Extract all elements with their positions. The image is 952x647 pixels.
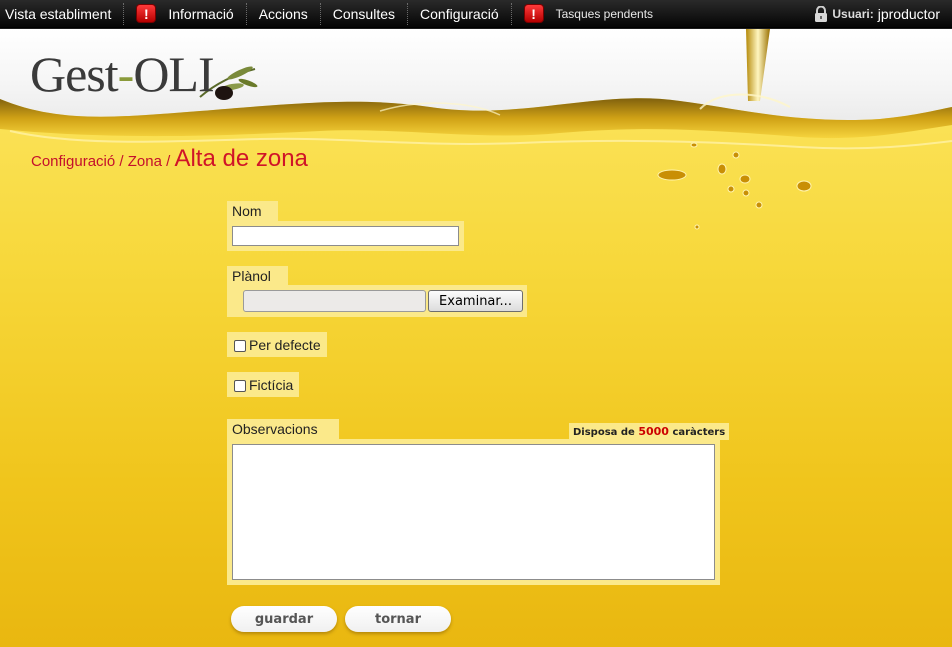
per-defecte-option: Per defecte [227, 332, 327, 357]
breadcrumb: Configuració / Zona / Alta de zona [31, 145, 308, 173]
nav-vista-establiment[interactable]: Vista establiment [0, 0, 121, 28]
nav-separator [510, 2, 512, 25]
nav-accions[interactable]: Accions [249, 0, 318, 28]
nav-separator [245, 2, 247, 25]
breadcrumb-zona[interactable]: Zona [128, 153, 162, 170]
user-name: jproductor [877, 6, 940, 22]
nav-consultes[interactable]: Consultes [323, 0, 405, 28]
observacions-label: Observacions [227, 419, 339, 440]
nav-separator [407, 2, 409, 25]
planol-label: Plànol [227, 266, 288, 286]
page-title: Alta de zona [174, 145, 308, 172]
nom-label: Nom [227, 201, 278, 221]
logo-dash: - [117, 46, 135, 102]
file-path-input[interactable] [243, 290, 426, 312]
nav-label: Tasques pendents [555, 6, 654, 21]
user-info[interactable]: Usuari: jproductor [814, 0, 940, 28]
nav-separator [123, 2, 125, 25]
nav-label: Accions [258, 5, 308, 22]
per-defecte-checkbox[interactable] [234, 340, 246, 352]
app-logo: Gest - OLI [30, 45, 215, 103]
top-nav: Vista establiment ! Informació Accions C… [0, 0, 952, 28]
ficticia-checkbox[interactable] [234, 380, 246, 392]
nav-tasques-pendents[interactable]: ! Tasques pendents [514, 0, 663, 28]
lock-icon [814, 5, 828, 23]
alert-icon: ! [136, 4, 157, 23]
user-label: Usuari: [832, 7, 874, 21]
breadcrumb-separator: / [115, 153, 128, 170]
nav-informacio[interactable]: ! Informació [126, 0, 243, 28]
per-defecte-label: Per defecte [249, 336, 321, 353]
counter-suffix: caràcters [672, 427, 726, 438]
char-counter: Disposa de 5000 caràcters [569, 423, 730, 440]
breadcrumb-separator: / [161, 153, 175, 170]
nav-configuracio[interactable]: Configuració [410, 0, 509, 28]
nav-label: Consultes [332, 5, 396, 22]
nom-input[interactable] [232, 226, 459, 246]
counter-prefix: Disposa de [573, 427, 635, 438]
nav-label: Vista establiment [5, 5, 112, 22]
nav-label: Informació [168, 5, 234, 22]
page-body: Gest - OLI Configuració / Zona / Alta de z… [0, 29, 952, 647]
nav-label: Configuració [420, 5, 499, 22]
save-button[interactable]: guardar [231, 606, 337, 632]
logo-part1: Gest [30, 46, 119, 102]
browse-button[interactable]: Examinar... [428, 290, 523, 312]
alert-icon: ! [523, 4, 544, 23]
observacions-textarea[interactable] [232, 444, 715, 580]
counter-value: 5000 [638, 425, 669, 438]
logo-part2: OLI [133, 46, 214, 102]
breadcrumb-configuracio[interactable]: Configuració [31, 153, 115, 170]
back-button[interactable]: tornar [345, 606, 451, 632]
nav-separator [319, 2, 321, 25]
ficticia-label: Fictícia [249, 376, 294, 393]
ficticia-option: Fictícia [227, 372, 299, 397]
